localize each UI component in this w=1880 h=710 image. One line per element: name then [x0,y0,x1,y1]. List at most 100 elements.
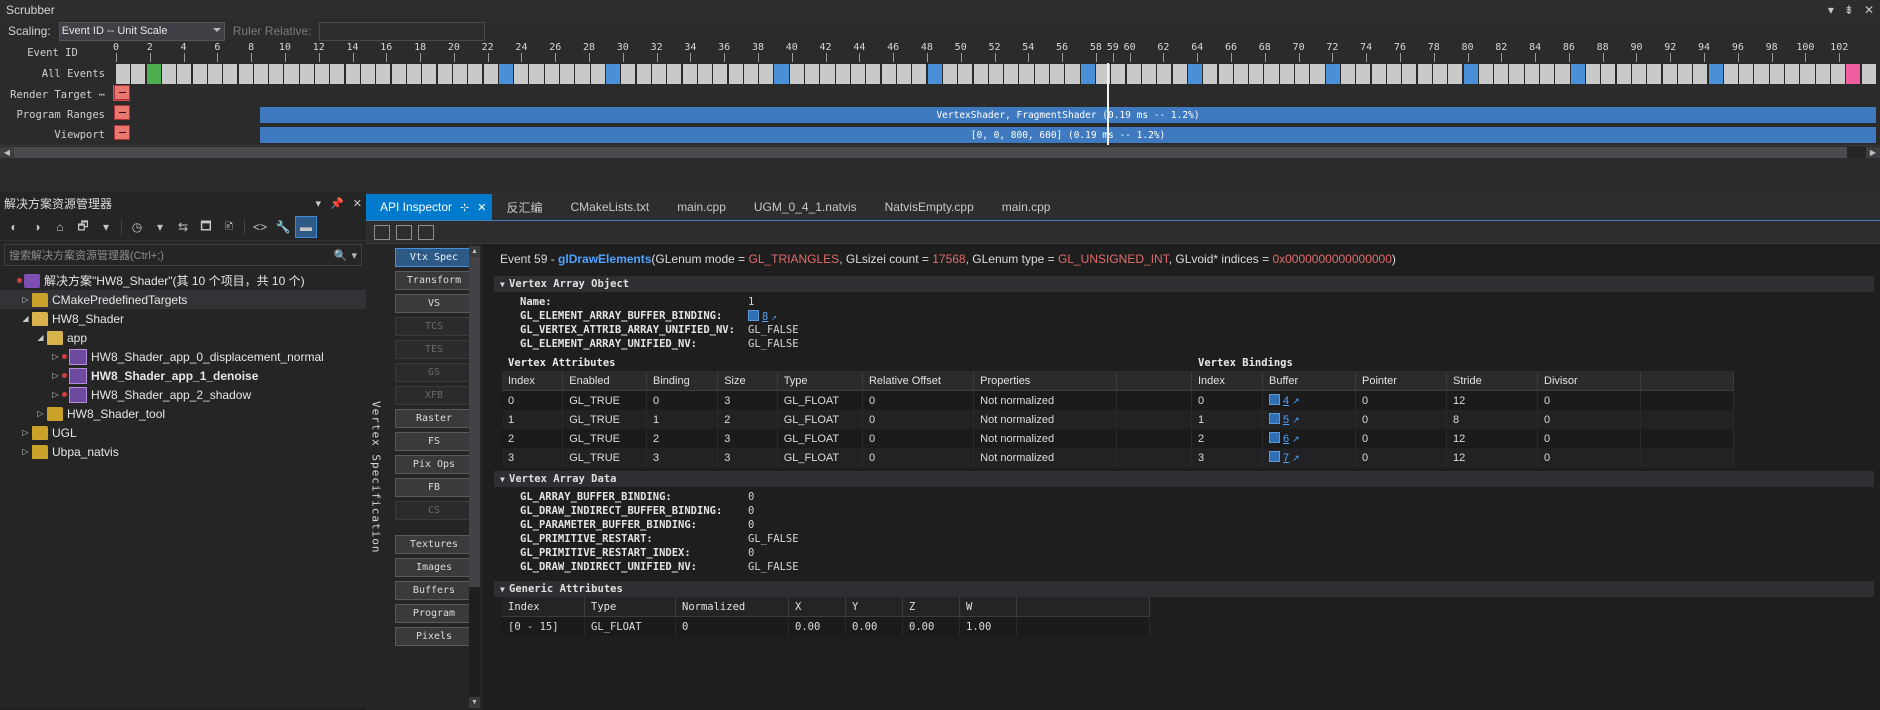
event-cell[interactable] [682,64,698,84]
tree-item[interactable]: ▷ HW8_Shader_app_0_displacement_normal [0,347,366,366]
tree-item[interactable]: ▷ HW8_Shader_app_1_denoise [0,366,366,385]
table-row[interactable]: 0 4 ↗ 0 12 0 [1192,390,1734,410]
chevron-down-icon[interactable]: ▾ [316,197,322,210]
properties-icon[interactable]: 🔧 [273,217,293,237]
table-column-header[interactable]: Index [502,597,585,617]
program-ranges-collapse-button[interactable] [114,105,130,120]
event-cell[interactable] [1065,64,1081,84]
scroll-up-icon[interactable]: ▲ [469,246,480,257]
editor-tab[interactable]: API Inspector ⊹ ✕ [366,194,493,220]
twisty-icon[interactable]: ▷ [19,428,32,437]
switch-views-icon[interactable]: 🗗 [73,217,93,237]
tree-item[interactable]: ▷ HW8_Shader_tool [0,404,366,423]
close-icon[interactable]: ✕ [477,201,486,214]
event-cell[interactable] [560,64,576,84]
event-cell[interactable] [820,64,836,84]
event-cell[interactable] [207,64,223,84]
table-column-header[interactable]: Binding [646,371,719,391]
event-cell[interactable] [1019,64,1035,84]
event-cell[interactable] [1187,64,1204,84]
event-cell[interactable] [437,64,453,84]
generic-attributes-table[interactable]: Index Type Normalized X Y Z W [0 - 15] GL_FLOAT 0… [502,597,1150,636]
event-cell[interactable] [1157,64,1173,84]
event-cell[interactable] [728,64,744,84]
event-cell[interactable] [1295,64,1311,84]
event-cell[interactable] [452,64,468,84]
viewport-bar[interactable]: [0, 0, 800, 600] (0.19 ms -- 1.2%) [260,127,1876,143]
event-cell[interactable] [1034,64,1050,84]
goto-arrow-icon[interactable]: ↗ [1292,415,1300,425]
stage-button-raster[interactable]: Raster [395,409,473,428]
twisty-icon[interactable]: ▷ [49,390,62,399]
timeline-ruler[interactable]: 0 2 4 6 8 10 12 14 16 18 20 22 24 26 28 30 32 34 36 38 40 42 4… [111,43,1880,63]
event-cell[interactable] [1371,64,1387,84]
stage-scroll-thumb[interactable] [469,257,480,587]
pin-icon[interactable]: ⇟ [1844,4,1854,16]
tree-item[interactable]: ◢ HW8_Shader [0,309,366,328]
timeline-playhead[interactable] [1106,63,1109,145]
event-cell[interactable] [881,64,897,84]
event-cell[interactable] [1111,64,1127,84]
event-cell[interactable] [116,64,132,84]
property-value[interactable]: 8 ↗ [748,309,777,323]
event-cell[interactable] [1846,64,1862,84]
event-cell[interactable] [1080,64,1096,84]
event-cell[interactable] [1555,64,1571,84]
stage-button-pixels[interactable]: Pixels [395,627,473,646]
event-cell[interactable] [1769,64,1785,84]
table-column-header[interactable]: Properties [973,371,1118,391]
event-cell[interactable] [1264,64,1280,84]
twisty-icon[interactable]: ▷ [49,352,62,361]
twisty-icon[interactable]: ▷ [19,295,32,304]
expand-chip-icon[interactable] [1269,394,1280,405]
event-cell[interactable] [1677,64,1694,84]
event-cell[interactable] [1647,64,1663,84]
event-cell[interactable] [575,64,591,84]
event-cell[interactable] [223,64,239,84]
vertex-bindings-table[interactable]: Index Buffer Pointer Stride Divisor 0 4 ↗ 0 12 0 1 5… [1192,371,1734,467]
event-cell[interactable] [958,64,974,84]
table-row[interactable]: 3 7 ↗ 0 12 0 [1192,448,1734,467]
event-cell[interactable] [805,64,821,84]
section-header-ga[interactable]: ▼ Generic Attributes [494,581,1874,597]
stage-button-vtx-spec[interactable]: Vtx Spec [395,248,473,267]
event-cell[interactable] [1402,64,1418,84]
stage-button-textures[interactable]: Textures [395,535,473,554]
event-cell[interactable] [866,64,882,84]
event-cell[interactable] [621,64,637,84]
home-icon[interactable]: ⌂ [50,217,70,237]
stage-button-transform[interactable]: Transform [395,271,473,290]
goto-arrow-icon[interactable]: ↗ [1292,396,1300,406]
event-cell[interactable] [544,64,560,84]
goto-arrow-icon[interactable]: ↗ [1292,434,1300,444]
event-cell[interactable] [514,64,530,84]
event-cell[interactable] [973,64,989,84]
lock-icon[interactable] [396,224,412,240]
solution-explorer-search[interactable]: 搜索解决方案资源管理器(Ctrl+;) 🔍 ▾ [4,244,362,266]
event-cell[interactable] [1831,64,1847,84]
event-cell[interactable] [667,64,683,84]
event-cell[interactable] [927,64,943,84]
render-target-track[interactable] [130,85,1880,105]
event-cell[interactable] [1739,64,1755,84]
table-column-header[interactable]: Normalized [675,597,789,617]
event-cell[interactable] [759,64,775,84]
section-header-vao[interactable]: ▼ Vertex Array Object [494,276,1874,292]
table-column-header[interactable]: Pointer [1355,371,1447,391]
event-cell[interactable] [1662,64,1678,84]
view-code-icon[interactable]: <> [250,217,270,237]
event-cell[interactable] [1233,64,1249,84]
event-cell[interactable] [192,64,208,84]
event-cell[interactable] [1218,64,1234,84]
event-cell[interactable] [284,64,300,84]
event-cell[interactable] [590,64,606,84]
event-cell[interactable] [1631,64,1648,84]
event-cell[interactable] [1432,64,1449,84]
event-cell[interactable] [1310,64,1326,84]
table-column-header[interactable]: Y [845,597,903,617]
event-cell[interactable] [1050,64,1066,84]
event-cell[interactable] [361,64,377,84]
expand-chip-icon[interactable] [1269,451,1280,462]
table-cell[interactable]: 7 ↗ [1262,448,1356,467]
event-cell[interactable] [896,64,913,84]
